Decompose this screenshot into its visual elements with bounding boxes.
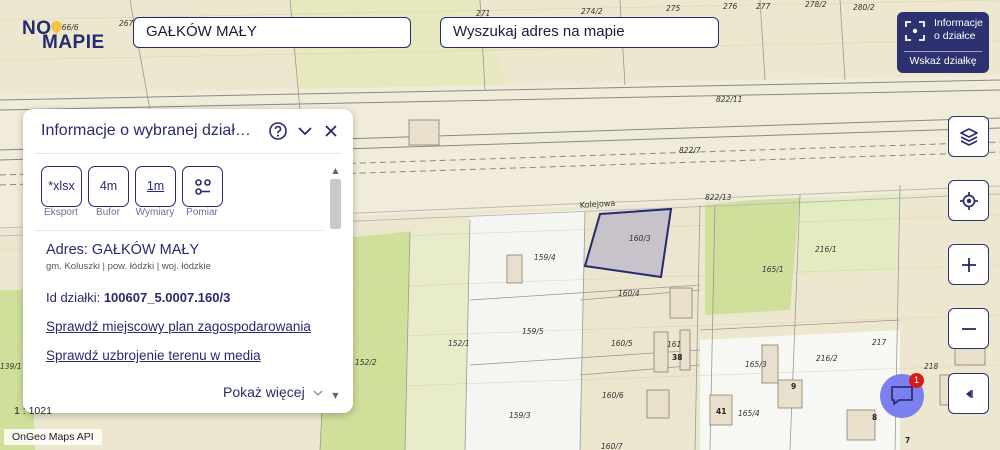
layers-button[interactable] — [948, 116, 989, 157]
chat-button[interactable]: 1 — [880, 373, 924, 418]
svg-text:8: 8 — [872, 413, 877, 422]
svg-text:278/2: 278/2 — [805, 0, 827, 9]
show-more-button[interactable]: Pokaż więcej — [223, 384, 323, 400]
divider — [35, 230, 323, 231]
chat-icon — [891, 386, 913, 405]
parcel-address: Adres: GAŁKÓW MAŁY — [46, 242, 200, 258]
zoom-in-button[interactable] — [948, 244, 989, 285]
svg-text:41: 41 — [716, 407, 726, 416]
zoom-out-button[interactable] — [948, 308, 989, 349]
utilities-link[interactable]: Sprawdź uzbrojenie terenu w media — [46, 348, 261, 363]
chevron-down-icon[interactable] — [295, 121, 315, 141]
selected-parcel — [583, 207, 673, 279]
svg-text:217: 217 — [872, 338, 887, 347]
logo-text-line2: MAPIE — [42, 32, 105, 53]
measure-icon — [194, 179, 211, 195]
close-icon[interactable] — [321, 121, 341, 141]
minus-icon — [961, 327, 976, 330]
svg-text:275: 275 — [666, 4, 681, 13]
divider — [35, 153, 341, 154]
point-parcel-label: Wskaż działkę — [909, 55, 977, 67]
scroll-down-arrow[interactable]: ▼ — [330, 391, 341, 401]
svg-text:216/1: 216/1 — [815, 245, 837, 254]
svg-text:280/2: 280/2 — [853, 3, 875, 12]
select-parcel-icon — [905, 21, 925, 41]
panel-title: Informacje o wybranej dział… — [41, 122, 251, 139]
parcel-info-label-line2: o działce — [934, 30, 976, 42]
locate-button[interactable] — [948, 180, 989, 221]
svg-text:152/2: 152/2 — [355, 358, 377, 367]
svg-text:165/4: 165/4 — [738, 409, 760, 418]
svg-text:822/13: 822/13 — [705, 193, 732, 202]
address-search-input[interactable]: Wyszukaj adres na mapie — [440, 17, 719, 48]
svg-text:160/7: 160/7 — [601, 442, 623, 450]
svg-text:160/4: 160/4 — [618, 289, 640, 298]
parcel-info-panel: Informacje o wybranej dział… *xlsx Ekspo… — [23, 109, 353, 413]
svg-text:160/3: 160/3 — [629, 234, 651, 243]
svg-text:161: 161 — [667, 340, 681, 349]
svg-text:160/6: 160/6 — [602, 391, 624, 400]
logo[interactable]: NO MAPIE — [22, 18, 106, 53]
measure-caption: Pomiar — [186, 207, 218, 218]
help-icon[interactable] — [268, 121, 288, 141]
svg-text:216/2: 216/2 — [816, 354, 838, 363]
svg-text:159/5: 159/5 — [522, 327, 544, 336]
show-more-label: Pokaż więcej — [223, 384, 305, 400]
svg-text:160/5: 160/5 — [611, 339, 633, 348]
parcel-info-label: Informacje o działce — [934, 17, 983, 43]
scrollbar-thumb[interactable] — [330, 179, 341, 229]
svg-text:218: 218 — [924, 362, 939, 371]
svg-text:152/1: 152/1 — [448, 339, 470, 348]
svg-text:7: 7 — [905, 436, 910, 445]
map-scale: 1 : 1021 — [14, 405, 52, 417]
svg-text:159/4: 159/4 — [534, 253, 556, 262]
parcel-info-label-line1: Informacje — [934, 17, 984, 29]
svg-text:159/3: 159/3 — [509, 411, 531, 420]
plus-icon — [961, 257, 976, 272]
svg-text:267: 267 — [119, 19, 134, 28]
svg-text:165/3: 165/3 — [745, 360, 767, 369]
svg-text:38: 38 — [672, 353, 682, 362]
crosshair-icon — [959, 191, 978, 210]
arrow-left-icon — [965, 389, 973, 398]
collapse-button[interactable] — [948, 373, 989, 414]
zoning-plan-link[interactable]: Sprawdź miejscowy plan zagospodarowania — [46, 319, 311, 334]
chevron-down-icon — [313, 390, 323, 396]
parcel-id-label: Id działki: — [46, 290, 101, 305]
measure-button[interactable] — [182, 166, 223, 207]
layers-icon — [959, 127, 978, 146]
parcel-admin-units: gm. Koluszki | pow. łódzki | woj. łódzki… — [46, 261, 211, 272]
parcel-search-input[interactable]: GAŁKÓW MAŁY — [133, 17, 411, 48]
svg-text:276: 276 — [723, 2, 738, 11]
svg-text:822/7: 822/7 — [679, 146, 701, 155]
parcel-id-value: 100607_5.0007.160/3 — [103, 290, 231, 305]
svg-text:274/2: 274/2 — [581, 7, 603, 16]
parcel-id: Id działki: 100607_5.0007.160/3 — [46, 290, 230, 305]
map-attribution[interactable]: OnGeo Maps API — [4, 429, 102, 445]
buffer-button[interactable]: 4m — [88, 166, 129, 207]
svg-text:277: 277 — [756, 2, 771, 11]
svg-text:165/1: 165/1 — [762, 265, 784, 274]
chat-badge: 1 — [909, 373, 924, 388]
svg-text:139/1: 139/1 — [0, 362, 22, 371]
svg-text:822/11: 822/11 — [716, 95, 742, 104]
export-xlsx-button[interactable]: *xlsx — [41, 166, 82, 207]
parcel-info-button[interactable]: Informacje o działce Wskaż działkę — [897, 12, 989, 73]
divider — [904, 51, 982, 52]
scroll-up-arrow[interactable]: ▲ — [330, 166, 341, 176]
svg-text:9: 9 — [791, 382, 796, 391]
dimensions-button[interactable]: 1m — [135, 166, 176, 207]
